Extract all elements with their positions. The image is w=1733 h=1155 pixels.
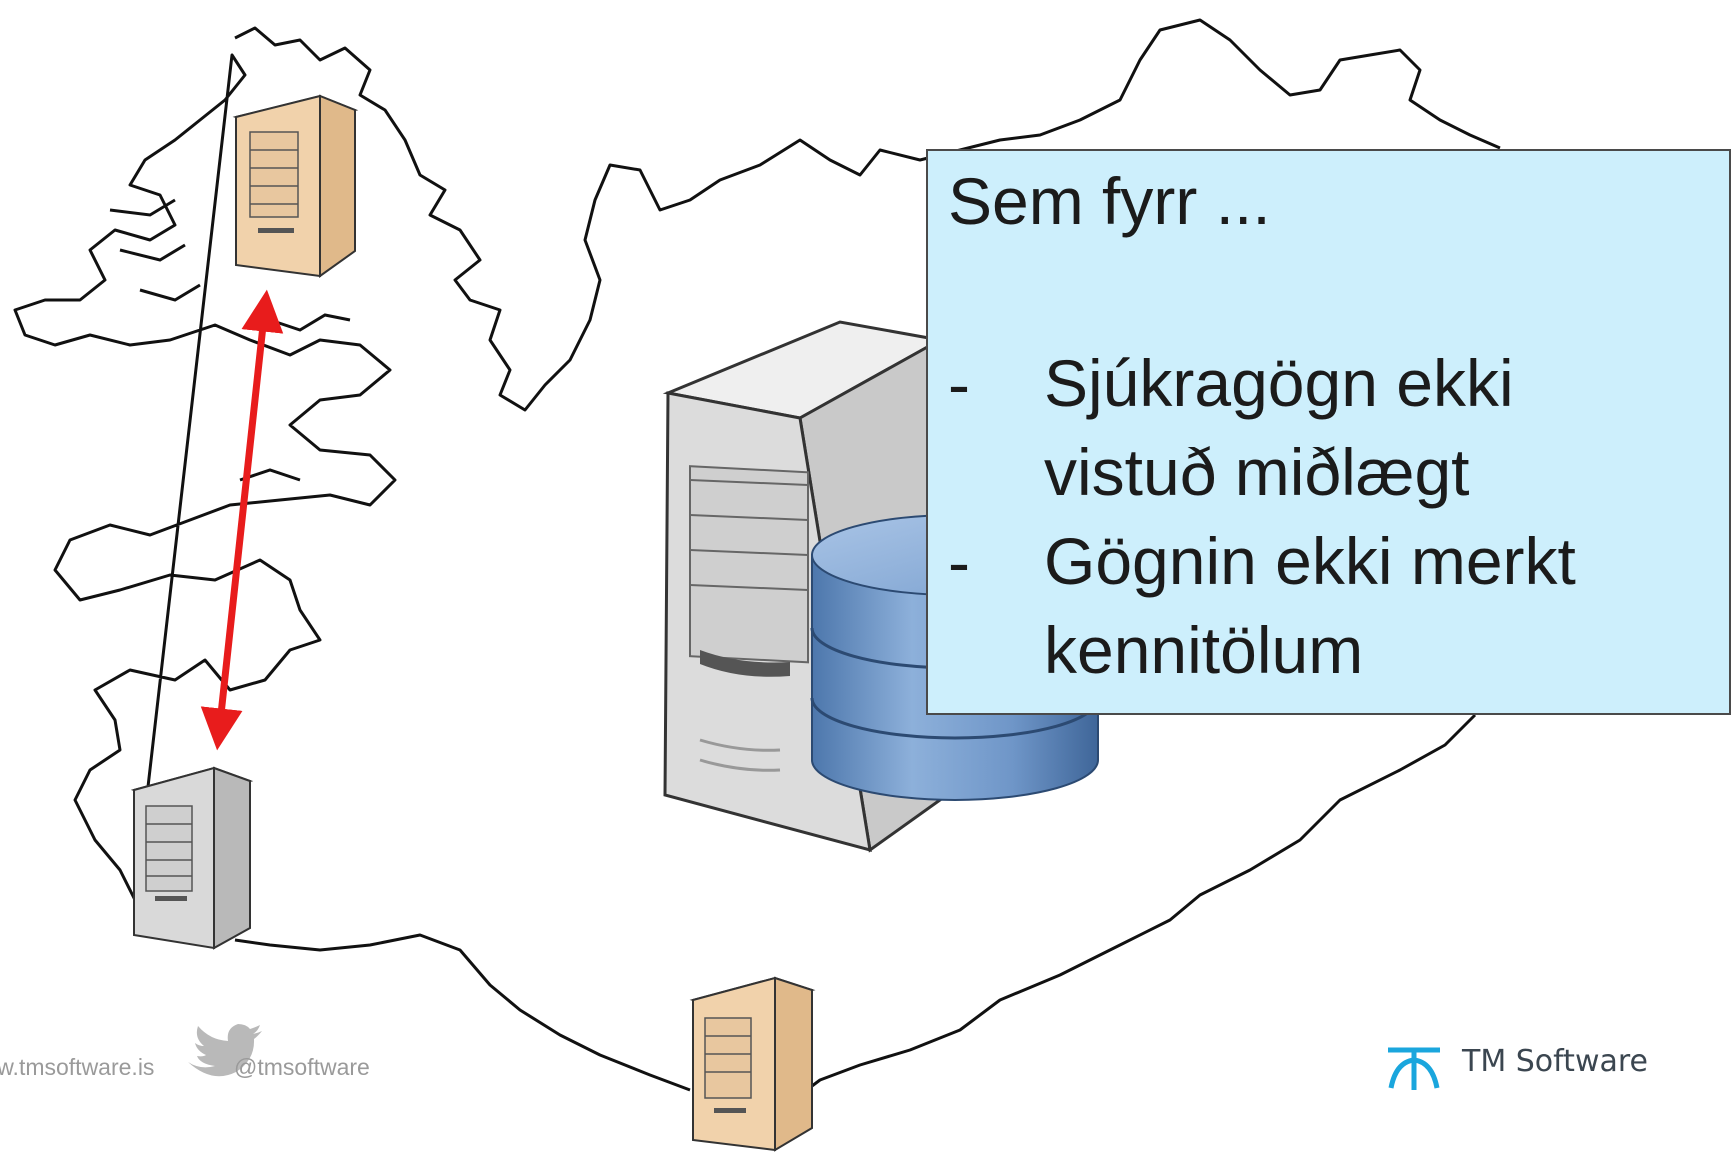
bullet-text: kennitölum [1044, 613, 1364, 687]
brand-name: TM Software [1462, 1044, 1648, 1079]
callout-box: Sem fyrr ... - Sjúkragögn ekki vistuð mi… [926, 149, 1731, 715]
server-beige-bottom-icon [689, 976, 816, 1152]
bullet-text: vistuð miðlægt [1044, 435, 1470, 509]
bullet-text: Gögnin ekki merkt [1044, 524, 1576, 598]
tm-software-logo-icon [1388, 1047, 1440, 1090]
callout-title: Sem fyrr ... [948, 164, 1271, 238]
bullet-dash: - [948, 347, 970, 421]
connection-arrow [200, 289, 284, 751]
footer-website: www.tmsoftware.is [0, 1054, 155, 1080]
bullet-text: Sjúkragögn ekki [1044, 346, 1514, 420]
server-beige-top-icon [232, 94, 359, 278]
footer-twitter-handle: @tmsoftware [234, 1054, 370, 1080]
bullet-dash: - [948, 525, 970, 599]
server-gray-icon [130, 766, 254, 950]
